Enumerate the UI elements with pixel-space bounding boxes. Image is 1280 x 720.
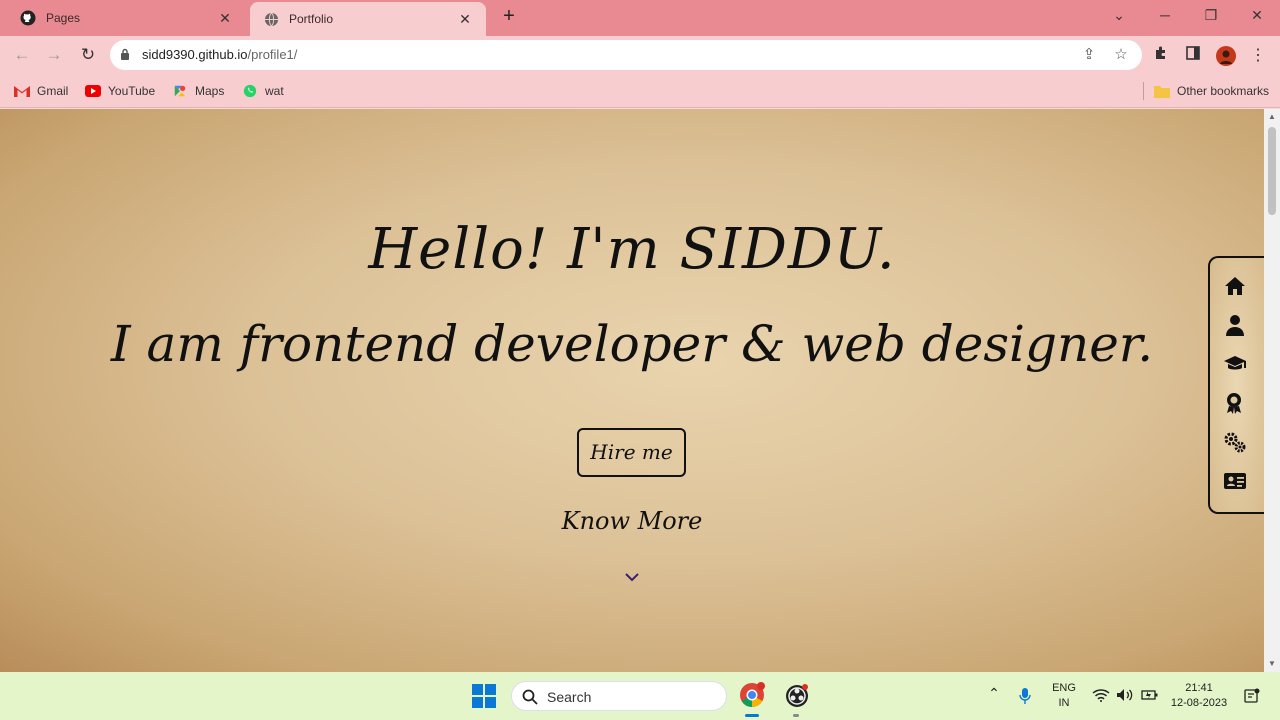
side-panel-icon[interactable] (1182, 45, 1204, 67)
home-icon[interactable] (1222, 274, 1248, 298)
extensions-icon[interactable] (1150, 45, 1172, 67)
profile-avatar[interactable] (1215, 45, 1237, 67)
new-tab-button[interactable]: + (498, 6, 520, 28)
bookmark-maps[interactable]: Maps (172, 82, 224, 100)
tab-title: Portfolio (289, 12, 334, 26)
side-navigation (1208, 256, 1264, 514)
bookmark-youtube[interactable]: YouTube (85, 82, 155, 100)
tray-overflow-icon[interactable]: ⌃ (986, 686, 1002, 701)
volume-icon[interactable] (1116, 688, 1134, 702)
tab-portfolio[interactable]: Portfolio ✕ (250, 2, 486, 36)
whatsapp-icon (243, 84, 257, 98)
bookmark-wat[interactable]: wat (242, 82, 284, 100)
share-icon[interactable]: ⇪ (1080, 46, 1098, 64)
github-icon (20, 10, 36, 26)
tab-strip: Pages ✕ Portfolio ✕ + ⌄ ─ ❐ ✕ (0, 0, 1280, 36)
bookmark-label: wat (265, 84, 284, 98)
other-bookmarks-label: Other bookmarks (1177, 84, 1270, 98)
notification-icon[interactable] (1244, 688, 1260, 704)
restore-button[interactable]: ❐ (1188, 0, 1234, 30)
forward-button[interactable]: → (42, 44, 66, 66)
browser-toolbar: ← → ↻ sidd9390.github.io/profile1/ ⇪ ☆ (0, 36, 1280, 74)
windows-taskbar: Search ⌃ ENG IN 21:41 12-08-2023 (0, 672, 1280, 720)
hero-heading: Hello! I'm SIDDU. (368, 217, 896, 282)
scroll-down-icon[interactable]: ▼ (1267, 660, 1277, 668)
scroll-up-icon[interactable]: ▲ (1267, 113, 1277, 121)
bookmark-label: YouTube (108, 84, 156, 98)
globe-icon (264, 12, 279, 26)
youtube-icon (85, 85, 101, 97)
minimize-button[interactable]: ─ (1142, 0, 1188, 30)
wifi-icon[interactable] (1092, 688, 1110, 702)
bookmark-label: Gmail (37, 84, 69, 98)
bookmarks-bar: Gmail YouTube Maps wat Other bookmarks (0, 74, 1280, 108)
bookmark-gmail[interactable]: Gmail (14, 82, 68, 100)
clock-time: 21:41 (1185, 682, 1213, 694)
clock[interactable]: 21:41 12-08-2023 (1168, 681, 1230, 711)
lock-icon (121, 48, 129, 60)
clock-date: 12-08-2023 (1170, 697, 1228, 709)
page-scrollbar[interactable]: ▲ ▼ (1264, 109, 1280, 672)
browser-menu-icon[interactable]: ⋮ (1247, 45, 1269, 67)
active-app-indicator (745, 714, 759, 717)
search-icon (522, 689, 538, 705)
hero-subtitle: I am frontend developer & web designer. (110, 315, 1154, 373)
battery-icon[interactable] (1141, 688, 1159, 702)
reload-button[interactable]: ↻ (76, 44, 100, 66)
taskbar-search[interactable]: Search (511, 681, 727, 711)
language-indicator[interactable]: ENG IN (1046, 681, 1082, 711)
chevron-down-icon[interactable] (624, 571, 640, 583)
language-label: ENG (1052, 682, 1076, 694)
know-more-link[interactable]: Know More (0, 507, 1264, 535)
back-button[interactable]: ← (10, 44, 34, 66)
windows-start-icon[interactable] (472, 684, 496, 708)
address-bar[interactable]: sidd9390.github.io/profile1/ ⇪ ☆ (110, 40, 1142, 70)
close-tab-icon[interactable]: ✕ (216, 10, 234, 27)
user-icon[interactable] (1222, 313, 1248, 337)
running-app-indicator (793, 714, 799, 717)
portfolio-page: Hello! I'm SIDDU. I am frontend develope… (0, 109, 1264, 672)
bookmark-label: Maps (195, 84, 225, 98)
gears-icon[interactable] (1222, 430, 1248, 454)
region-label: IN (1058, 697, 1070, 709)
tab-pages[interactable]: Pages ✕ (6, 0, 246, 36)
url-host: sidd9390.github.io (142, 47, 248, 62)
hire-me-button[interactable]: Hire me (577, 428, 686, 477)
tab-search-icon[interactable]: ⌄ (1096, 0, 1142, 30)
other-bookmarks[interactable]: Other bookmarks (1154, 82, 1269, 100)
maps-icon (174, 85, 186, 97)
gmail-icon (14, 86, 30, 97)
chrome-icon[interactable] (739, 682, 765, 708)
folder-icon (1154, 86, 1170, 98)
microphone-icon[interactable] (1019, 687, 1031, 705)
close-tab-icon[interactable]: ✕ (456, 11, 474, 28)
url-path: /profile1/ (247, 47, 298, 62)
bookmark-star-icon[interactable]: ☆ (1112, 46, 1130, 64)
bookmarks-divider (1143, 82, 1144, 100)
tab-title: Pages (46, 11, 81, 25)
obs-icon[interactable] (785, 684, 809, 708)
award-icon[interactable] (1222, 391, 1248, 415)
close-window-button[interactable]: ✕ (1234, 0, 1280, 30)
contact-card-icon[interactable] (1222, 469, 1248, 493)
graduation-cap-icon[interactable] (1222, 352, 1248, 376)
url-text: sidd9390.github.io/profile1/ (142, 47, 297, 62)
scrollbar-thumb[interactable] (1268, 127, 1276, 215)
search-placeholder: Search (547, 689, 592, 705)
